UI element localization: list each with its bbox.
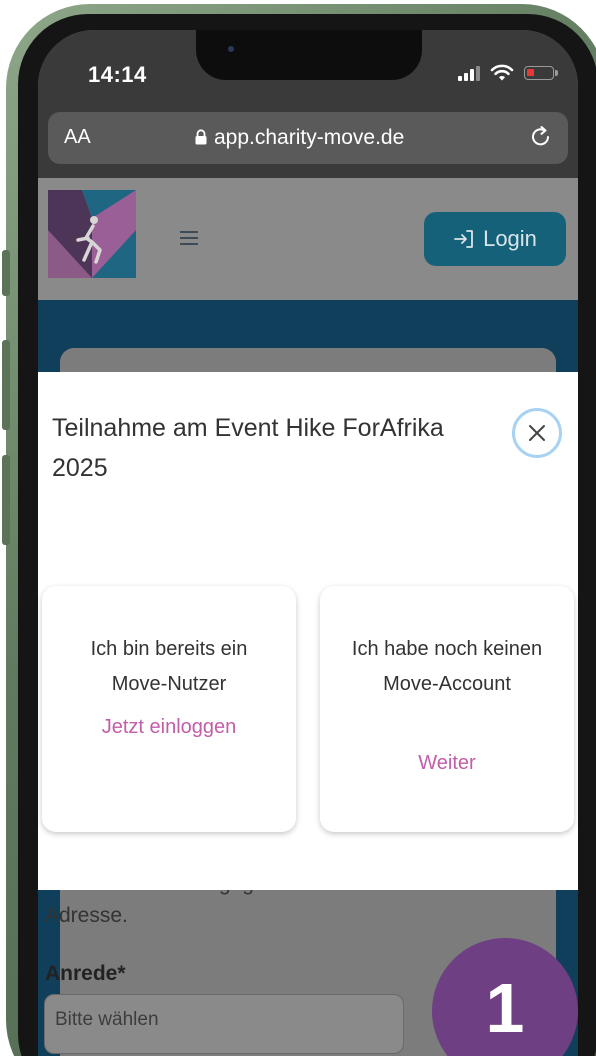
new-user-text: Ich habe noch keinen Move-Account (351, 638, 543, 695)
login-button[interactable]: Login (424, 212, 566, 266)
browser-toolbar: AA app.charity-move.de (38, 110, 578, 178)
anrede-select[interactable]: Bitte wählen (44, 994, 404, 1054)
continue-link[interactable]: Weiter (340, 748, 554, 778)
hamburger-menu-icon[interactable] (180, 230, 206, 248)
cellular-signal-icon (458, 65, 480, 81)
screenshot-stage: 14:14 AA app.charity-move.de Login Adres… (0, 0, 596, 1056)
login-link[interactable]: Jetzt einloggen (62, 712, 276, 742)
reload-icon[interactable] (528, 124, 554, 150)
status-time: 14:14 (88, 62, 147, 87)
new-user-option[interactable]: Ich habe noch keinen Move-Account Weiter (320, 586, 574, 832)
battery-icon (524, 66, 558, 80)
event-participation-modal: Teilnahme am Event Hike ForAfrika 2025 I… (38, 372, 578, 890)
phone-volume-down-button (2, 455, 10, 545)
close-button[interactable] (512, 408, 562, 458)
close-icon (529, 425, 545, 441)
login-arrow-icon (454, 230, 473, 248)
login-label: Login (483, 226, 537, 251)
url-display[interactable]: app.charity-move.de (194, 126, 404, 150)
phone-side-button (2, 250, 10, 296)
phone-volume-up-button (2, 340, 10, 430)
modal-title: Teilnahme am Event Hike ForAfrika 2025 (52, 414, 444, 482)
battery-level-low (527, 69, 534, 76)
url-text: app.charity-move.de (214, 126, 405, 149)
lock-icon (195, 129, 207, 145)
existing-user-option[interactable]: Ich bin bereits ein Move-Nutzer Jetzt ei… (42, 586, 296, 832)
camera-dot (228, 46, 234, 52)
site-header: Login (38, 178, 578, 300)
status-bar: 14:14 (38, 30, 578, 110)
status-icons (458, 64, 558, 82)
charity-move-logo[interactable] (48, 190, 136, 278)
address-bar[interactable]: AA app.charity-move.de (48, 112, 568, 164)
anrede-label: Anrede* (45, 962, 126, 985)
text-size-button[interactable]: AA (64, 126, 91, 149)
wifi-icon (490, 64, 514, 81)
camera-notch (196, 30, 422, 80)
existing-user-text: Ich bin bereits ein Move-Nutzer (90, 638, 248, 695)
